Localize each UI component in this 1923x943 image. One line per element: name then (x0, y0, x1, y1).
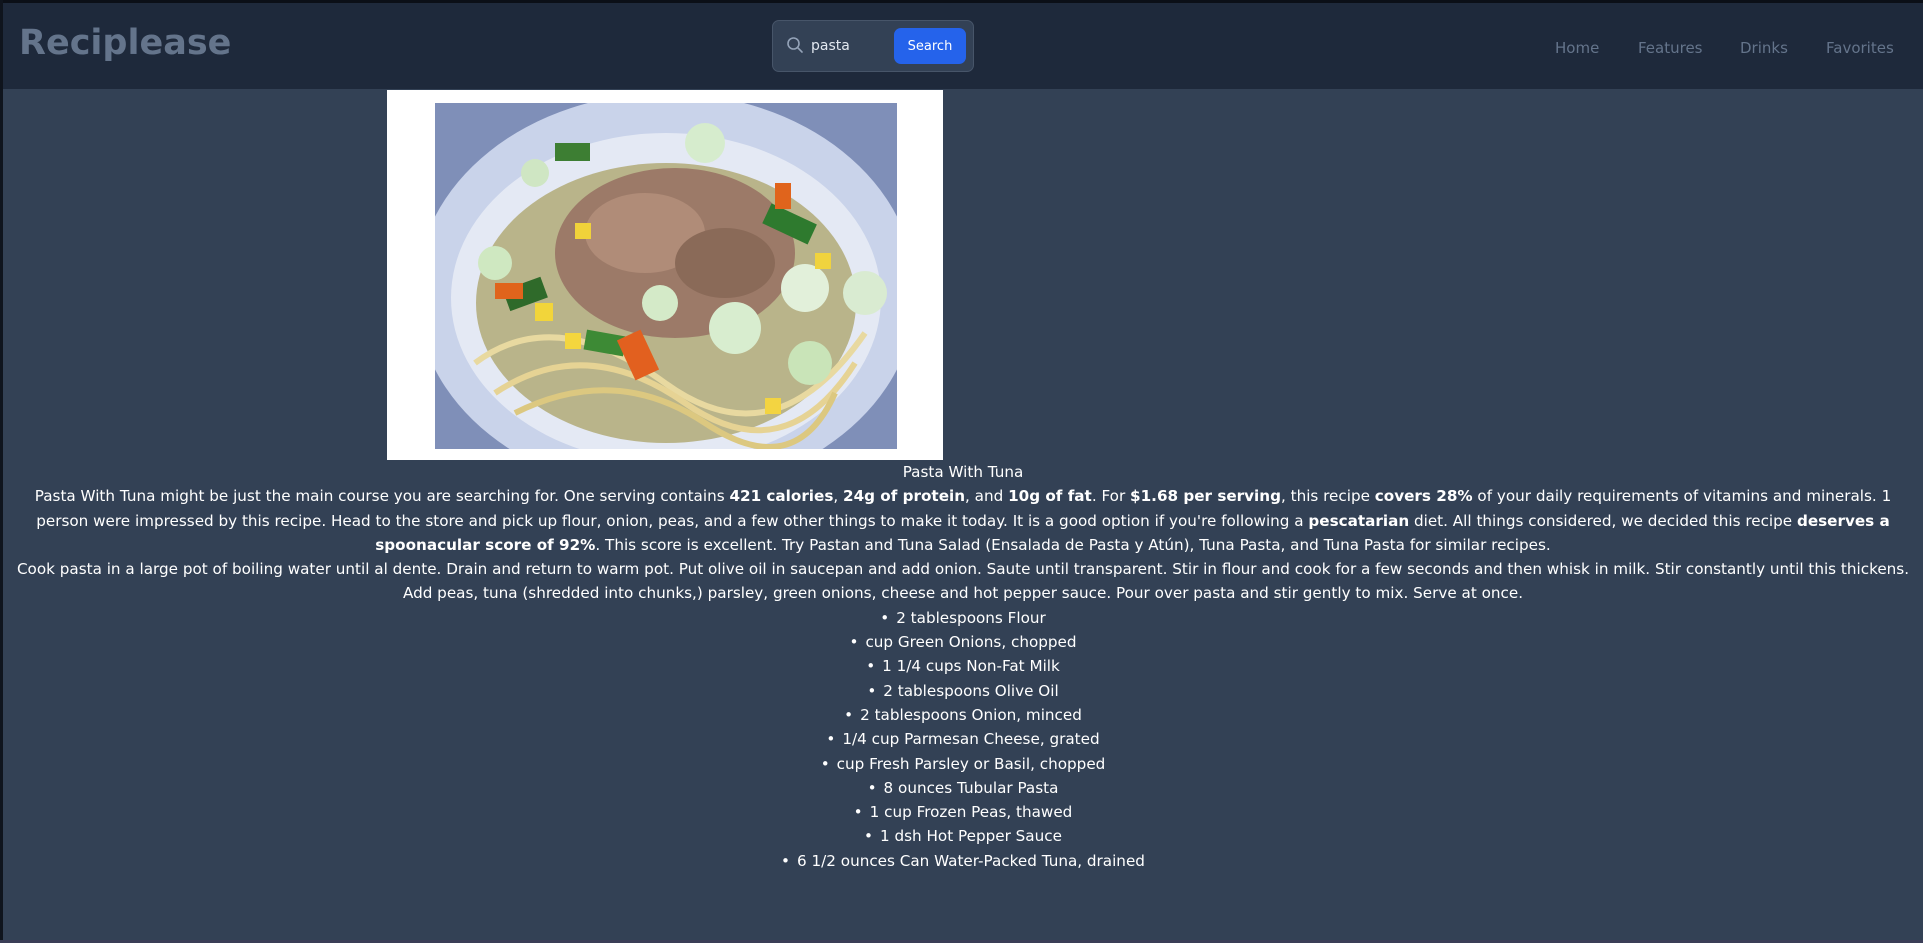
ingredient-item: 2 tablespoons Olive Oil (3, 679, 1923, 703)
ingredient-item: 8 ounces Tubular Pasta (3, 776, 1923, 800)
nav-drinks[interactable]: Drinks (1740, 39, 1788, 57)
recipe-image (435, 103, 897, 449)
recipe-content: Pasta With Tuna Pasta With Tuna might be… (3, 460, 1923, 873)
recipe-title: Pasta With Tuna (902, 463, 1024, 481)
summary-text: . This score is excellent. Try Pastan an… (595, 535, 1551, 554)
nav-favorites[interactable]: Favorites (1826, 39, 1894, 57)
ingredient-item: cup Fresh Parsley or Basil, chopped (3, 752, 1923, 776)
recipe-instructions: Cook pasta in a large pot of boiling wat… (16, 560, 1910, 603)
summary-text: , and (965, 487, 1009, 506)
ingredient-item: cup Green Onions, chopped (3, 630, 1923, 654)
search-icon (787, 37, 803, 53)
ingredient-list: 2 tablespoons Flour cup Green Onions, ch… (3, 606, 1923, 873)
summary-diet: pescatarian (1308, 511, 1410, 530)
ingredient-item: 1 1/4 cups Non-Fat Milk (3, 654, 1923, 678)
site-logo[interactable]: Reciplease (19, 23, 231, 63)
summary-text: diet. All things considered, we decided … (1409, 511, 1797, 530)
nav-home[interactable]: Home (1555, 39, 1599, 57)
summary-calories: 421 calories (729, 487, 834, 506)
ingredient-item: 2 tablespoons Flour (3, 606, 1923, 630)
summary-coverage: covers 28% (1374, 487, 1473, 506)
ingredient-item: 1 dsh Hot Pepper Sauce (3, 824, 1923, 848)
summary-text: , (833, 487, 844, 506)
search-form: Search (772, 20, 974, 72)
summary-price: $1.68 per serving (1130, 487, 1281, 506)
summary-text: . For (1091, 487, 1131, 506)
recipe-image-frame (387, 90, 943, 460)
summary-text: Pasta With Tuna might be just the main c… (34, 487, 730, 506)
search-input[interactable] (811, 34, 885, 58)
summary-protein: 24g of protein (843, 487, 966, 506)
top-navbar: Reciplease Search Home Features Drinks F… (3, 3, 1923, 89)
summary-text: , this recipe (1280, 487, 1375, 506)
summary-fat: 10g of fat (1008, 487, 1092, 506)
nav-features[interactable]: Features (1638, 39, 1703, 57)
ingredient-item: 6 1/2 ounces Can Water-Packed Tuna, drai… (3, 849, 1923, 873)
recipe-summary: Pasta With Tuna might be just the main c… (3, 484, 1923, 557)
search-button[interactable]: Search (894, 28, 966, 64)
ingredient-item: 1/4 cup Parmesan Cheese, grated (3, 727, 1923, 751)
ingredient-item: 1 cup Frozen Peas, thawed (3, 800, 1923, 824)
ingredient-item: 2 tablespoons Onion, minced (3, 703, 1923, 727)
